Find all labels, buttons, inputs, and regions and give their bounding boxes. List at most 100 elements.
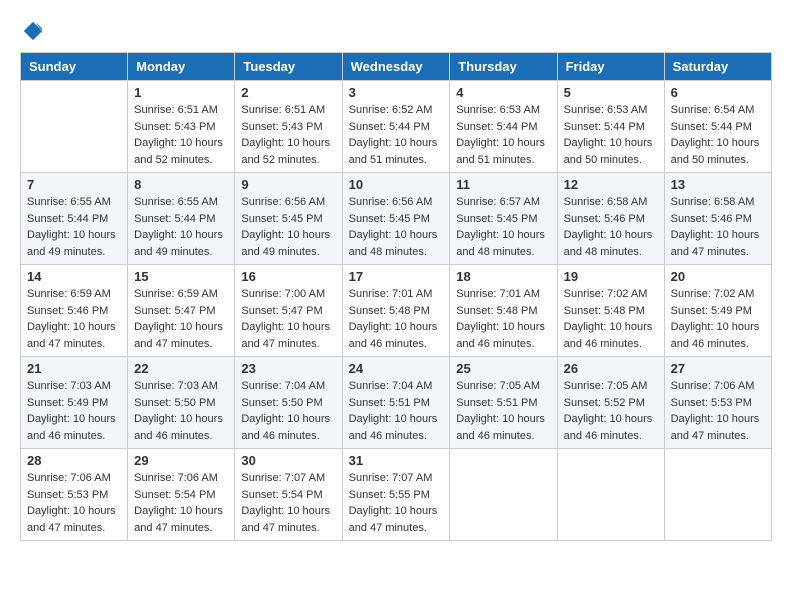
day-info: Sunrise: 6:54 AMSunset: 5:44 PMDaylight:… (671, 102, 765, 168)
day-number: 4 (456, 85, 550, 100)
calendar-cell: 13 Sunrise: 6:58 AMSunset: 5:46 PMDayligh… (664, 173, 771, 265)
day-info: Sunrise: 7:03 AMSunset: 5:50 PMDaylight:… (134, 378, 228, 444)
day-number: 16 (241, 269, 335, 284)
calendar-cell: 17 Sunrise: 7:01 AMSunset: 5:48 PMDayligh… (342, 265, 450, 357)
day-info: Sunrise: 6:53 AMSunset: 5:44 PMDaylight:… (564, 102, 658, 168)
day-info: Sunrise: 7:04 AMSunset: 5:50 PMDaylight:… (241, 378, 335, 444)
calendar-cell: 21 Sunrise: 7:03 AMSunset: 5:49 PMDayligh… (21, 357, 128, 449)
day-info: Sunrise: 7:05 AMSunset: 5:51 PMDaylight:… (456, 378, 550, 444)
day-number: 8 (134, 177, 228, 192)
day-info: Sunrise: 6:57 AMSunset: 5:45 PMDaylight:… (456, 194, 550, 260)
calendar-cell: 11 Sunrise: 6:57 AMSunset: 5:45 PMDayligh… (450, 173, 557, 265)
logo (20, 20, 44, 42)
calendar-cell: 22 Sunrise: 7:03 AMSunset: 5:50 PMDayligh… (128, 357, 235, 449)
day-info: Sunrise: 7:07 AMSunset: 5:54 PMDaylight:… (241, 470, 335, 536)
day-info: Sunrise: 7:04 AMSunset: 5:51 PMDaylight:… (349, 378, 444, 444)
calendar-cell: 20Sunrise: 7:02 AMSunset: 5:49 PMDayligh… (664, 265, 771, 357)
day-info: Sunrise: 6:55 AMSunset: 5:44 PMDaylight:… (27, 194, 121, 260)
day-info: Sunrise: 6:53 AMSunset: 5:44 PMDaylight:… (456, 102, 550, 168)
calendar-cell (21, 81, 128, 173)
day-number: 24 (349, 361, 444, 376)
column-header-thursday: Thursday (450, 53, 557, 81)
day-info: Sunrise: 6:52 AMSunset: 5:44 PMDaylight:… (349, 102, 444, 168)
calendar-cell: 3 Sunrise: 6:52 AMSunset: 5:44 PMDaylight… (342, 81, 450, 173)
logo-icon (22, 20, 44, 42)
day-number: 25 (456, 361, 550, 376)
day-info: Sunrise: 7:01 AMSunset: 5:48 PMDaylight:… (456, 286, 550, 352)
day-number: 26 (564, 361, 658, 376)
day-info: Sunrise: 6:55 AMSunset: 5:44 PMDaylight:… (134, 194, 228, 260)
day-info: Sunrise: 6:58 AMSunset: 5:46 PMDaylight:… (564, 194, 658, 260)
calendar-cell: 7 Sunrise: 6:55 AMSunset: 5:44 PMDaylight… (21, 173, 128, 265)
column-header-sunday: Sunday (21, 53, 128, 81)
calendar-cell: 29 Sunrise: 7:06 AMSunset: 5:54 PMDayligh… (128, 449, 235, 541)
calendar-week-4: 21 Sunrise: 7:03 AMSunset: 5:49 PMDayligh… (21, 357, 772, 449)
calendar-cell: 24 Sunrise: 7:04 AMSunset: 5:51 PMDayligh… (342, 357, 450, 449)
day-info: Sunrise: 6:58 AMSunset: 5:46 PMDaylight:… (671, 194, 765, 260)
calendar-cell: 28 Sunrise: 7:06 AMSunset: 5:53 PMDayligh… (21, 449, 128, 541)
calendar-cell (557, 449, 664, 541)
day-number: 9 (241, 177, 335, 192)
day-number: 23 (241, 361, 335, 376)
day-number: 1 (134, 85, 228, 100)
day-number: 28 (27, 453, 121, 468)
calendar-cell: 26 Sunrise: 7:05 AMSunset: 5:52 PMDayligh… (557, 357, 664, 449)
day-info: Sunrise: 6:59 AMSunset: 5:46 PMDaylight:… (27, 286, 121, 352)
day-number: 22 (134, 361, 228, 376)
calendar-cell: 27 Sunrise: 7:06 AMSunset: 5:53 PMDayligh… (664, 357, 771, 449)
day-number: 7 (27, 177, 121, 192)
day-info: Sunrise: 7:03 AMSunset: 5:49 PMDaylight:… (27, 378, 121, 444)
calendar-week-1: 1 Sunrise: 6:51 AMSunset: 5:43 PMDaylight… (21, 81, 772, 173)
day-number: 5 (564, 85, 658, 100)
day-number: 13 (671, 177, 765, 192)
calendar-cell: 30 Sunrise: 7:07 AMSunset: 5:54 PMDayligh… (235, 449, 342, 541)
day-number: 17 (349, 269, 444, 284)
day-number: 15 (134, 269, 228, 284)
calendar-cell: 12 Sunrise: 6:58 AMSunset: 5:46 PMDayligh… (557, 173, 664, 265)
day-number: 31 (349, 453, 444, 468)
calendar-cell: 5 Sunrise: 6:53 AMSunset: 5:44 PMDaylight… (557, 81, 664, 173)
calendar-cell (450, 449, 557, 541)
calendar-cell: 25 Sunrise: 7:05 AMSunset: 5:51 PMDayligh… (450, 357, 557, 449)
day-number: 3 (349, 85, 444, 100)
calendar-cell: 4 Sunrise: 6:53 AMSunset: 5:44 PMDaylight… (450, 81, 557, 173)
day-info: Sunrise: 7:02 AMSunset: 5:48 PMDaylight:… (564, 286, 658, 352)
calendar-cell: 10Sunrise: 6:56 AMSunset: 5:45 PMDayligh… (342, 173, 450, 265)
day-number: 2 (241, 85, 335, 100)
day-info: Sunrise: 7:06 AMSunset: 5:54 PMDaylight:… (134, 470, 228, 536)
day-info: Sunrise: 6:56 AMSunset: 5:45 PMDaylight:… (241, 194, 335, 260)
day-info: Sunrise: 7:02 AMSunset: 5:49 PMDaylight:… (671, 286, 765, 352)
day-number: 29 (134, 453, 228, 468)
day-number: 21 (27, 361, 121, 376)
calendar-table: SundayMondayTuesdayWednesdayThursdayFrid… (20, 52, 772, 541)
page-header (20, 20, 772, 42)
calendar-cell: 2 Sunrise: 6:51 AMSunset: 5:43 PMDaylight… (235, 81, 342, 173)
column-header-friday: Friday (557, 53, 664, 81)
day-number: 27 (671, 361, 765, 376)
calendar-cell (664, 449, 771, 541)
calendar-cell: 9 Sunrise: 6:56 AMSunset: 5:45 PMDaylight… (235, 173, 342, 265)
calendar-cell: 14Sunrise: 6:59 AMSunset: 5:46 PMDayligh… (21, 265, 128, 357)
day-info: Sunrise: 7:06 AMSunset: 5:53 PMDaylight:… (671, 378, 765, 444)
calendar-cell: 1Sunrise: 6:51 AMSunset: 5:43 PMDaylight… (128, 81, 235, 173)
calendar-week-3: 14Sunrise: 6:59 AMSunset: 5:46 PMDayligh… (21, 265, 772, 357)
day-number: 12 (564, 177, 658, 192)
column-header-tuesday: Tuesday (235, 53, 342, 81)
day-info: Sunrise: 6:59 AMSunset: 5:47 PMDaylight:… (134, 286, 228, 352)
calendar-week-5: 28 Sunrise: 7:06 AMSunset: 5:53 PMDayligh… (21, 449, 772, 541)
day-info: Sunrise: 7:01 AMSunset: 5:48 PMDaylight:… (349, 286, 444, 352)
calendar-cell: 15 Sunrise: 6:59 AMSunset: 5:47 PMDayligh… (128, 265, 235, 357)
day-number: 30 (241, 453, 335, 468)
day-info: Sunrise: 6:51 AMSunset: 5:43 PMDaylight:… (241, 102, 335, 168)
day-number: 18 (456, 269, 550, 284)
calendar-cell: 16Sunrise: 7:00 AMSunset: 5:47 PMDayligh… (235, 265, 342, 357)
day-info: Sunrise: 7:05 AMSunset: 5:52 PMDaylight:… (564, 378, 658, 444)
calendar-cell: 8 Sunrise: 6:55 AMSunset: 5:44 PMDaylight… (128, 173, 235, 265)
day-info: Sunrise: 7:07 AMSunset: 5:55 PMDaylight:… (349, 470, 444, 536)
day-number: 11 (456, 177, 550, 192)
day-info: Sunrise: 7:06 AMSunset: 5:53 PMDaylight:… (27, 470, 121, 536)
column-header-saturday: Saturday (664, 53, 771, 81)
column-header-monday: Monday (128, 53, 235, 81)
calendar-cell: 31 Sunrise: 7:07 AMSunset: 5:55 PMDayligh… (342, 449, 450, 541)
calendar-cell: 6Sunrise: 6:54 AMSunset: 5:44 PMDaylight… (664, 81, 771, 173)
